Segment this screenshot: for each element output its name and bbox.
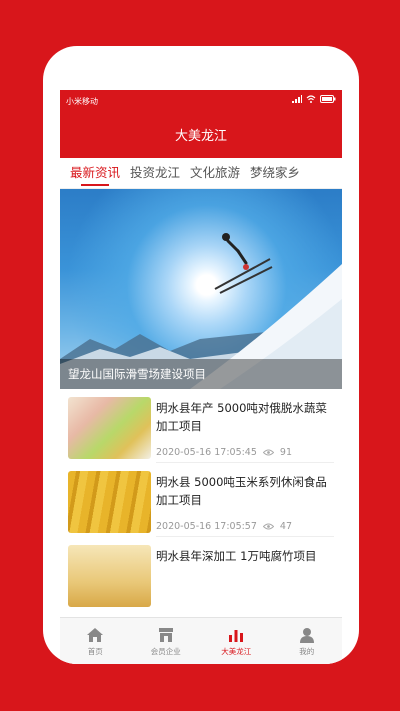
- page-title: 大美龙江: [60, 110, 342, 158]
- news-meta: 2020-05-16 17:05:57 47: [156, 521, 292, 532]
- divider: [156, 536, 334, 537]
- tabbar-item-home[interactable]: 首页: [60, 618, 131, 664]
- tabbar-item-dameilongjiang[interactable]: 大美龙江: [201, 618, 272, 664]
- tabbar-label: 大美龙江: [221, 647, 252, 656]
- news-item[interactable]: 明水县年产 5000吨对俄脱水蔬菜加工项目 2020-05-16 17:05:4…: [60, 397, 342, 465]
- tab-hometown[interactable]: 梦绕家乡: [250, 158, 300, 188]
- news-item[interactable]: 明水县 5000吨玉米系列休闲食品加工项目 2020-05-16 17:05:5…: [60, 471, 342, 539]
- hero-caption: 望龙山国际滑雪场建设项目: [60, 359, 342, 389]
- news-item[interactable]: 明水县年深加工 1万吨腐竹项目: [60, 545, 342, 613]
- tabbar-label: 我的: [299, 647, 315, 656]
- news-date: 2020-05-16 17:05:45: [156, 447, 257, 458]
- tabbar-item-mine[interactable]: 我的: [272, 618, 343, 664]
- category-tabs: 最新资讯 投资龙江 文化旅游 梦绕家乡: [60, 158, 342, 189]
- news-views: 47: [279, 521, 292, 532]
- news-thumbnail: [68, 397, 151, 459]
- user-icon: [299, 628, 314, 643]
- home-icon: [87, 628, 104, 642]
- store-icon: [158, 628, 173, 642]
- app-screen: 小米移动 大美龙江 最新资讯 投资龙江 文化旅游 梦绕家乡 望龙山国际滑雪场建设…: [60, 90, 342, 664]
- status-bar: 小米移动: [60, 90, 342, 110]
- news-thumbnail: [68, 471, 151, 533]
- divider: [156, 462, 334, 463]
- eye-icon: [262, 523, 274, 530]
- news-title: 明水县年产 5000吨对俄脱水蔬菜加工项目: [156, 401, 327, 433]
- news-date: 2020-05-16 17:05:57: [156, 521, 257, 532]
- news-views: 91: [279, 447, 292, 458]
- tab-culture-tourism[interactable]: 文化旅游: [190, 158, 240, 188]
- system-icons: [292, 95, 336, 103]
- carrier-label: 小米移动: [66, 97, 98, 106]
- tab-invest[interactable]: 投资龙江: [130, 158, 180, 188]
- phone-frame: 小米移动 大美龙江 最新资讯 投资龙江 文化旅游 梦绕家乡 望龙山国际滑雪场建设…: [43, 46, 359, 664]
- news-thumbnail: [68, 545, 151, 607]
- wifi-icon: [306, 95, 316, 103]
- news-meta: 2020-05-16 17:05:45 91: [156, 447, 292, 458]
- bar-chart-icon: [229, 630, 244, 642]
- tabbar-label: 会员企业: [150, 647, 181, 656]
- tabbar-label: 首页: [87, 647, 103, 656]
- hero-banner[interactable]: 望龙山国际滑雪场建设项目: [60, 189, 342, 389]
- bottom-tab-bar: 首页 会员企业 大美龙江 我的: [60, 617, 342, 664]
- news-title: 明水县年深加工 1万吨腐竹项目: [156, 549, 317, 563]
- battery-icon: [320, 95, 336, 103]
- news-title: 明水县 5000吨玉米系列休闲食品加工项目: [156, 475, 327, 507]
- eye-icon: [262, 449, 274, 456]
- tab-latest-news[interactable]: 最新资讯: [70, 158, 120, 188]
- tabbar-item-member-companies[interactable]: 会员企业: [131, 618, 202, 664]
- signal-icon: [292, 95, 302, 103]
